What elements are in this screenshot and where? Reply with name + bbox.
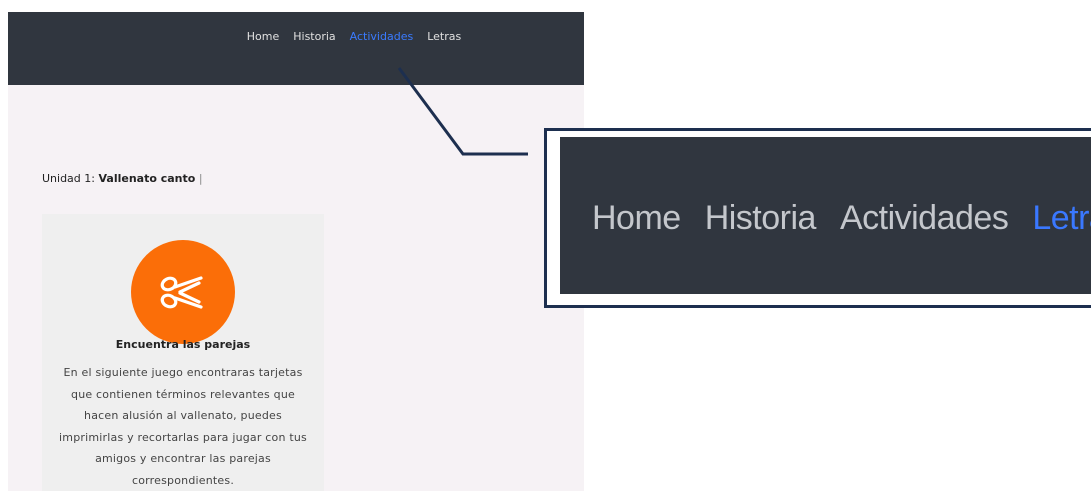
zoomed-navbar-callout: Home Historia Actividades Letras [544,128,1091,308]
zoom-nav-link-home[interactable]: Home [592,199,681,238]
zoom-nav-link-letras[interactable]: Letras [1032,199,1091,238]
zoom-nav-link-actividades[interactable]: Actividades [840,199,1009,238]
zoomed-navbar: Home Historia Actividades Letras [560,137,1091,294]
zoomed-nav-menu: Home Historia Actividades Letras [592,199,1091,238]
zoom-nav-link-historia[interactable]: Historia [705,199,817,238]
